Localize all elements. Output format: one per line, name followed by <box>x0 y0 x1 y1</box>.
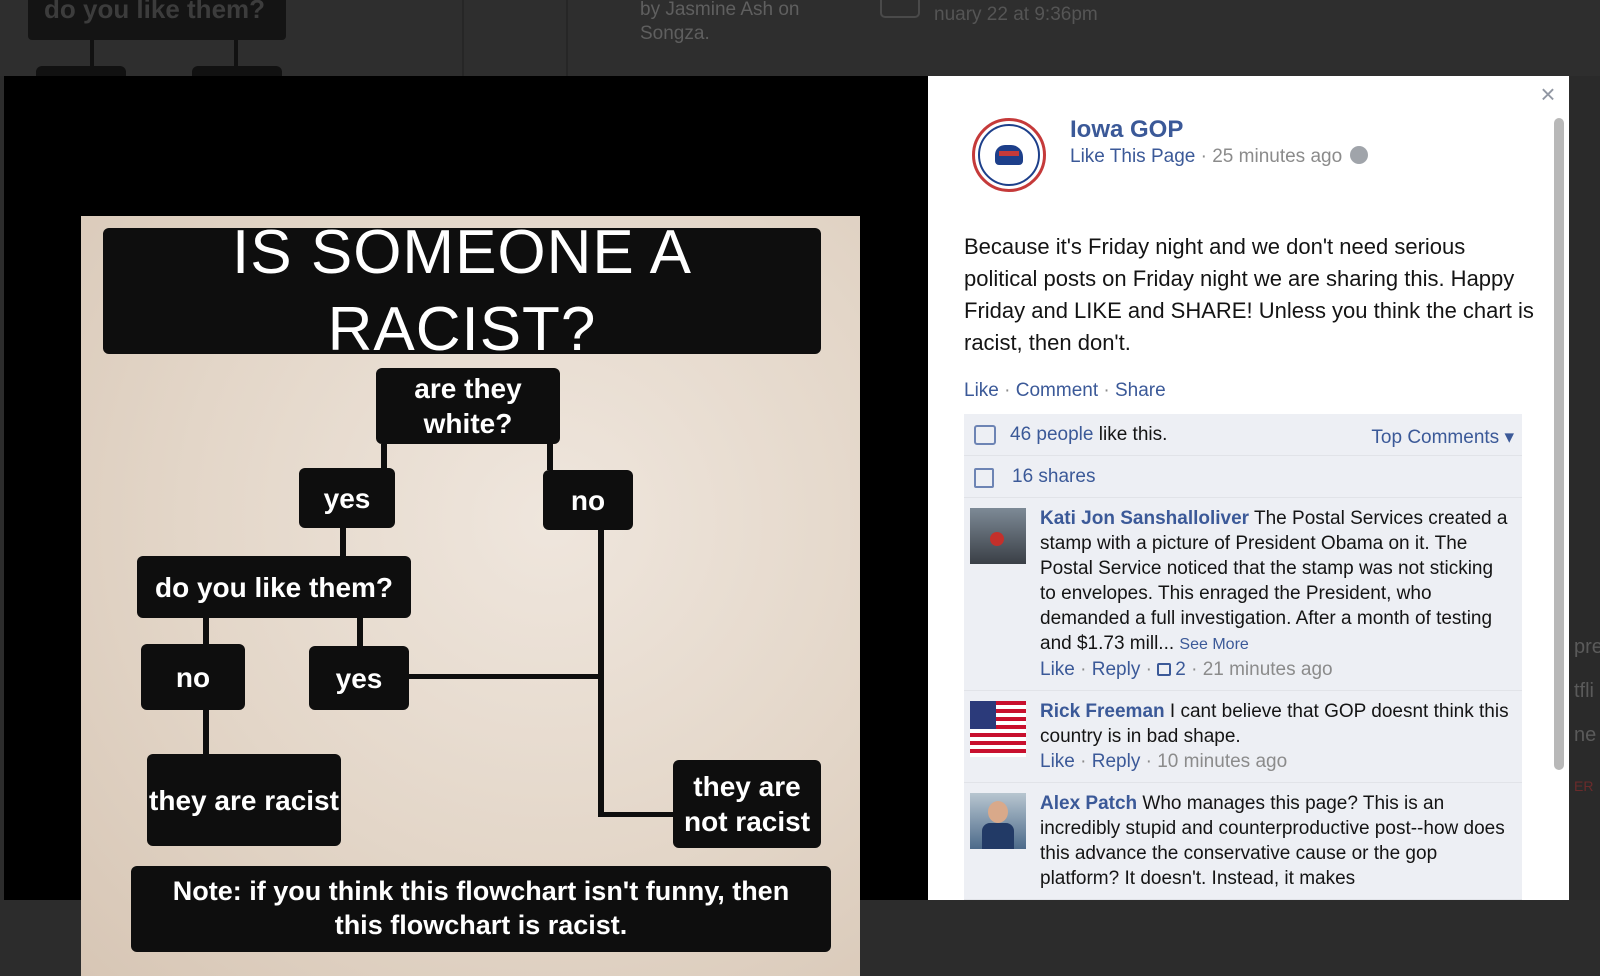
comment-meta: Like · Reply · 2 · 21 minutes ago <box>1040 659 1333 680</box>
comment-like-link[interactable]: Like <box>1040 751 1075 772</box>
question-do-you-like-them: do you like them? <box>137 556 411 618</box>
see-more-link[interactable]: See More <box>1179 636 1248 653</box>
background-right-strip: pre tfli ne ER <box>1570 76 1600 900</box>
background-date-fragment: nuary 22 at 9:36pm <box>934 4 1098 25</box>
share-icon <box>974 468 994 488</box>
commenter-name[interactable]: Kati Jon Sanshalloliver <box>1040 508 1249 529</box>
result-they-are-not-racist: they are not racist <box>673 760 821 848</box>
background-chart-fragment: do you like them? <box>28 0 286 40</box>
music-icon <box>880 0 920 18</box>
background-page: do you like them? by Jasmine Ash on Song… <box>0 0 1600 76</box>
result-they-are-racist: they are racist <box>147 754 341 846</box>
answer-yes-white: yes <box>299 468 395 528</box>
flowchart-image[interactable]: IS SOMEONE A RACIST? are they white? yes… <box>81 216 860 976</box>
people-like-link[interactable]: 46 people <box>1010 424 1093 445</box>
question-are-they-white: are they white? <box>376 368 560 444</box>
shares-link[interactable]: 16 shares <box>1012 466 1095 488</box>
shares-row: 16 shares <box>964 456 1522 498</box>
page-avatar[interactable] <box>972 118 1046 192</box>
meme-title: IS SOMEONE A RACIST? <box>103 218 821 364</box>
post-actions: Like · Comment · Share <box>964 380 1166 401</box>
comment-meta: Like · Reply · 10 minutes ago <box>1040 751 1288 772</box>
page-name-link[interactable]: Iowa GOP <box>1070 116 1183 144</box>
feedback-box: 46 people like this. Top Comments ▾ 16 s… <box>964 414 1522 900</box>
post-panel: × Iowa GOP Like This Page · 25 minutes a… <box>928 76 1569 900</box>
photo-viewer[interactable]: IS SOMEONE A RACIST? are they white? yes… <box>4 76 928 976</box>
post-meta: Like This Page · 25 minutes ago <box>1070 146 1369 168</box>
comment-reply-link[interactable]: Reply <box>1092 659 1141 680</box>
like-page-link[interactable]: Like This Page <box>1070 146 1195 167</box>
close-icon[interactable]: × <box>1534 80 1562 108</box>
comment-time[interactable]: 21 minutes ago <box>1203 659 1333 680</box>
comment-text: The Postal Services created a stamp with… <box>1040 508 1508 654</box>
commenter-avatar[interactable] <box>970 701 1026 757</box>
commenter-avatar[interactable] <box>970 793 1026 849</box>
comment-like-count[interactable]: 2 <box>1157 659 1186 680</box>
answer-no-white: no <box>543 470 633 530</box>
thumbs-up-icon <box>974 425 996 445</box>
comment-item: Rick Freeman I cant believe that GOP doe… <box>964 691 1522 783</box>
like-link[interactable]: Like <box>964 380 999 401</box>
answer-yes-like: yes <box>309 646 409 710</box>
post-text: Because it's Friday night and we don't n… <box>964 234 1534 355</box>
meme-note: Note: if you think this flowchart isn't … <box>131 866 831 952</box>
comment-link[interactable]: Comment <box>1016 380 1098 401</box>
globe-icon <box>1350 146 1369 164</box>
scrollbar[interactable] <box>1554 118 1564 770</box>
answer-no-like: no <box>141 644 245 710</box>
comment-like-link[interactable]: Like <box>1040 659 1075 680</box>
share-link[interactable]: Share <box>1115 380 1166 401</box>
commenter-avatar[interactable] <box>970 508 1026 564</box>
commenter-name[interactable]: Rick Freeman <box>1040 701 1165 722</box>
post-time[interactable]: 25 minutes ago <box>1212 146 1342 167</box>
small-thumbs-up-icon <box>1157 663 1172 676</box>
comment-time[interactable]: 10 minutes ago <box>1157 751 1287 772</box>
commenter-name[interactable]: Alex Patch <box>1040 793 1137 814</box>
top-comments-dropdown[interactable]: Top Comments ▾ <box>1371 426 1514 449</box>
likes-row: 46 people like this. Top Comments ▾ <box>964 414 1522 456</box>
comment-reply-link[interactable]: Reply <box>1092 751 1141 772</box>
comment-item: Alex Patch Who manages this page? This i… <box>964 783 1522 900</box>
background-text-fragment: by Jasmine Ash on Songza. <box>640 0 800 44</box>
elephant-logo-icon <box>995 145 1023 165</box>
comment-item: Kati Jon Sanshalloliver The Postal Servi… <box>964 498 1522 691</box>
